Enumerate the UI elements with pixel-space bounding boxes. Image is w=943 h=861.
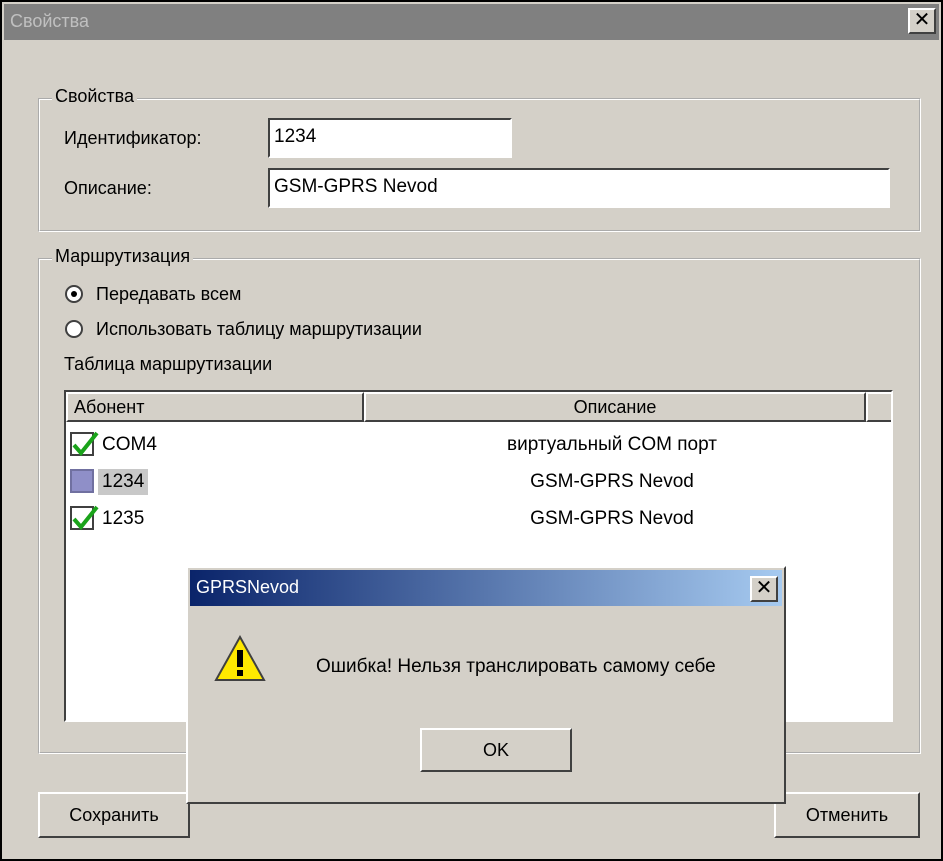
- id-field[interactable]: 1234: [268, 118, 512, 158]
- radio-use-table[interactable]: [65, 320, 83, 338]
- checkmark-icon: [72, 431, 99, 457]
- desc-label: Описание:: [64, 178, 152, 198]
- cancel-button[interactable]: Отменить: [774, 792, 920, 838]
- cell-subscriber: COM4: [102, 434, 157, 455]
- close-icon: ✕: [755, 577, 773, 599]
- window-close-button[interactable]: ✕: [908, 8, 936, 34]
- cell-subscriber: 1234: [98, 469, 149, 495]
- warning-icon: [214, 634, 266, 681]
- table-row[interactable]: COM4 виртуальный COM порт: [66, 426, 891, 464]
- radio-send-all-label: Передавать всем: [96, 284, 242, 304]
- window-title: Свойства: [10, 11, 90, 31]
- error-dialog: GPRSNevod ✕ Ошибка! Нельзя транслировать…: [186, 566, 786, 804]
- desc-field[interactable]: GSM-GPRS Nevod: [268, 168, 890, 208]
- row-checkbox[interactable]: [70, 505, 99, 531]
- column-header-description[interactable]: Описание: [364, 392, 866, 422]
- id-label: Идентификатор:: [64, 128, 202, 148]
- dialog-close-button[interactable]: ✕: [750, 576, 778, 602]
- dialog-message: Ошибка! Нельзя транслировать самому себе: [316, 656, 716, 677]
- ok-button[interactable]: OK: [420, 728, 572, 772]
- cell-description: виртуальный COM порт: [507, 434, 717, 455]
- row-checkbox[interactable]: [70, 431, 99, 457]
- radio-use-table-label: Использовать таблицу маршрутизации: [96, 319, 422, 339]
- properties-legend: Свойства: [52, 86, 138, 107]
- cell-subscriber: 1235: [102, 508, 145, 529]
- checkmark-icon: [72, 505, 99, 531]
- routing-table-label: Таблица маршрутизации: [64, 354, 273, 374]
- save-button[interactable]: Сохранить: [38, 792, 190, 838]
- cell-description: GSM-GPRS Nevod: [530, 471, 694, 492]
- close-icon: ✕: [913, 9, 931, 31]
- column-header-subscriber[interactable]: Абонент: [66, 392, 364, 422]
- dialog-title: GPRSNevod: [196, 577, 300, 597]
- routing-legend: Маршрутизация: [52, 246, 194, 267]
- table-row[interactable]: 1234 GSM-GPRS Nevod: [66, 463, 891, 501]
- table-row[interactable]: 1235 GSM-GPRS Nevod: [66, 500, 891, 538]
- dialog-titlebar: GPRSNevod: [190, 570, 782, 606]
- cell-description: GSM-GPRS Nevod: [530, 508, 694, 529]
- row-checkbox[interactable]: [70, 469, 94, 493]
- column-header-filler: [866, 392, 891, 422]
- radio-send-all[interactable]: [65, 285, 83, 303]
- window-titlebar: Свойства: [4, 4, 939, 40]
